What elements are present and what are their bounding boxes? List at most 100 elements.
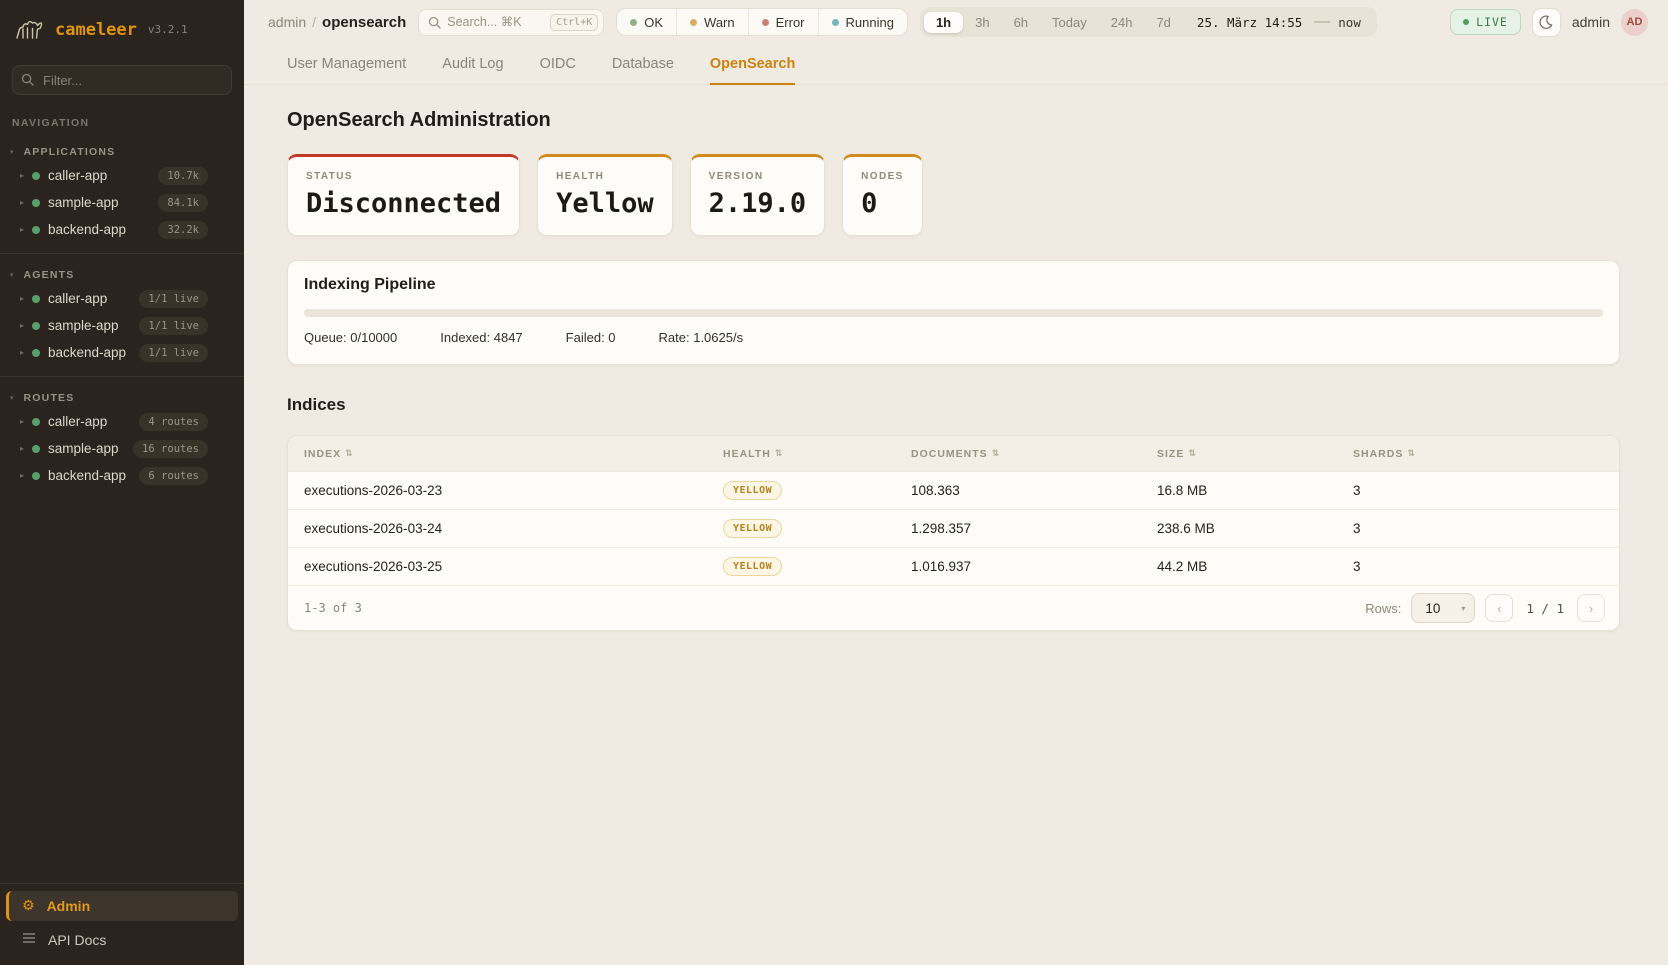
sort-icon: ⇅ <box>992 449 1001 459</box>
ok-dot <box>630 19 637 26</box>
pipeline-stat-rate: Rate: 1.0625/s <box>659 330 744 345</box>
sidebar-item-routes-caller-app[interactable]: ▸ caller-app 4 routes <box>0 408 244 435</box>
time-range-1h[interactable]: 1h <box>924 12 963 33</box>
nodes-value: 0 <box>861 188 904 219</box>
section-agents[interactable]: ▾ AGENTS <box>0 254 244 285</box>
rows-per-page-select[interactable]: 10 ▾ <box>1411 593 1475 623</box>
chevron-right-icon: ▸ <box>20 321 32 330</box>
sidebar-item-applications-caller-app[interactable]: ▸ caller-app 10.7k <box>0 162 244 189</box>
sidebar-item-agents-caller-app[interactable]: ▸ caller-app 1/1 live <box>0 285 244 312</box>
sidebar-footer: ⚙ Admin API Docs <box>0 883 244 965</box>
time-range-today[interactable]: Today <box>1040 12 1099 33</box>
col-header-health[interactable]: HEALTH⇅ <box>707 448 895 460</box>
search-icon <box>21 73 34 86</box>
top-bar: admin / opensearch Ctrl+K OK Warn Error <box>244 0 1668 44</box>
live-count-badge: 1/1 live <box>139 317 208 335</box>
app-version: v3.2.1 <box>148 23 188 36</box>
breadcrumb-parent[interactable]: admin <box>268 14 306 30</box>
status-dot <box>32 295 40 303</box>
filter-input[interactable] <box>12 65 232 95</box>
cell-documents: 108.363 <box>895 483 1141 498</box>
page-title: OpenSearch Administration <box>287 109 1620 132</box>
time-range-24h[interactable]: 24h <box>1099 12 1145 33</box>
page-indicator: 1 / 1 <box>1523 601 1567 616</box>
count-badge: 10.7k <box>158 167 208 185</box>
sidebar-item-routes-backend-app[interactable]: ▸ backend-app 6 routes <box>0 462 244 489</box>
table-footer: 1-3 of 3 Rows: 10 ▾ ‹ 1 / 1 › <box>288 585 1619 630</box>
filter-chip-error[interactable]: Error <box>748 9 818 35</box>
sidebar-item-admin[interactable]: ⚙ Admin <box>6 891 238 921</box>
col-header-index[interactable]: INDEX⇅ <box>288 448 707 460</box>
gear-icon: ⚙ <box>22 899 35 913</box>
sort-icon: ⇅ <box>345 449 354 459</box>
table-row[interactable]: executions-2026-03-25 YELLOW 1.016.937 4… <box>288 547 1619 585</box>
col-header-shards[interactable]: SHARDS⇅ <box>1337 448 1619 460</box>
section-applications[interactable]: ▾ APPLICATIONS <box>0 131 244 162</box>
prev-page-button[interactable]: ‹ <box>1485 594 1513 622</box>
cell-health: YELLOW <box>707 481 895 500</box>
section-routes[interactable]: ▾ ROUTES <box>0 377 244 408</box>
sort-icon: ⇅ <box>1188 449 1197 459</box>
page-content: OpenSearch Administration STATUS Disconn… <box>244 85 1668 631</box>
theme-toggle[interactable] <box>1532 8 1561 37</box>
stat-card-status: STATUS Disconnected <box>287 154 520 236</box>
tab-opensearch[interactable]: OpenSearch <box>710 56 795 85</box>
time-range-to[interactable]: now <box>1334 15 1373 30</box>
live-indicator[interactable]: LIVE <box>1450 9 1521 35</box>
filter-chip-warn[interactable]: Warn <box>676 9 748 35</box>
breadcrumb-current: opensearch <box>322 14 406 31</box>
tab-database[interactable]: Database <box>612 56 674 85</box>
status-dot <box>32 322 40 330</box>
table-row[interactable]: executions-2026-03-23 YELLOW 108.363 16.… <box>288 471 1619 509</box>
rows-per-page-label: Rows: <box>1365 601 1401 616</box>
moon-icon <box>1539 15 1553 29</box>
indices-table: INDEX⇅ HEALTH⇅ DOCUMENTS⇅ SIZE⇅ SHARDS⇅ … <box>287 435 1620 631</box>
tab-user-management[interactable]: User Management <box>287 56 406 85</box>
stat-card-version: VERSION 2.19.0 <box>690 154 826 236</box>
live-count-badge: 1/1 live <box>139 290 208 308</box>
sidebar-item-applications-sample-app[interactable]: ▸ sample-app 84.1k <box>0 189 244 216</box>
main-area: admin / opensearch Ctrl+K OK Warn Error <box>244 0 1668 965</box>
status-dot <box>32 349 40 357</box>
search-input[interactable] <box>447 15 544 29</box>
time-range-group: 1h 3h 6h Today 24h 7d 25. März 14:55 — n… <box>920 7 1377 37</box>
col-header-size[interactable]: SIZE⇅ <box>1141 448 1337 460</box>
next-page-button[interactable]: › <box>1577 594 1605 622</box>
tab-audit-log[interactable]: Audit Log <box>442 56 503 85</box>
global-search[interactable]: Ctrl+K <box>418 9 604 36</box>
count-badge: 84.1k <box>158 194 208 212</box>
sidebar-item-routes-sample-app[interactable]: ▸ sample-app 16 routes <box>0 435 244 462</box>
time-range-6h[interactable]: 6h <box>1002 12 1040 33</box>
time-range-7d[interactable]: 7d <box>1144 12 1182 33</box>
status-dot <box>32 418 40 426</box>
chevron-right-icon: ▸ <box>20 471 32 480</box>
routes-count-badge: 16 routes <box>133 440 208 458</box>
filter-chip-ok[interactable]: OK <box>617 9 676 35</box>
cell-size: 16.8 MB <box>1141 483 1337 498</box>
sidebar-item-applications-backend-app[interactable]: ▸ backend-app 32.2k <box>0 216 244 243</box>
time-range-from[interactable]: 25. März 14:55 <box>1183 15 1310 30</box>
user-name: admin <box>1572 14 1610 30</box>
status-dot <box>32 472 40 480</box>
filter-chip-running[interactable]: Running <box>818 9 907 35</box>
status-dot <box>32 226 40 234</box>
running-dot <box>832 19 839 26</box>
cell-size: 238.6 MB <box>1141 521 1337 536</box>
avatar[interactable]: AD <box>1621 9 1648 36</box>
pipeline-title: Indexing Pipeline <box>304 276 1603 294</box>
indices-title: Indices <box>287 395 1620 415</box>
table-row[interactable]: executions-2026-03-24 YELLOW 1.298.357 2… <box>288 509 1619 547</box>
sidebar-item-api-docs[interactable]: API Docs <box>6 925 238 955</box>
status-dot <box>32 199 40 207</box>
pipeline-stat-indexed: Indexed: 4847 <box>440 330 522 345</box>
top-right-cluster: LIVE admin AD <box>1450 8 1648 37</box>
cell-index: executions-2026-03-25 <box>288 559 707 574</box>
tab-oidc[interactable]: OIDC <box>540 56 576 85</box>
chevron-right-icon: ▸ <box>20 171 32 180</box>
col-header-documents[interactable]: DOCUMENTS⇅ <box>895 448 1141 460</box>
sidebar-item-agents-sample-app[interactable]: ▸ sample-app 1/1 live <box>0 312 244 339</box>
cell-shards: 3 <box>1337 559 1619 574</box>
cell-shards: 3 <box>1337 521 1619 536</box>
sidebar-item-agents-backend-app[interactable]: ▸ backend-app 1/1 live <box>0 339 244 366</box>
time-range-3h[interactable]: 3h <box>963 12 1001 33</box>
